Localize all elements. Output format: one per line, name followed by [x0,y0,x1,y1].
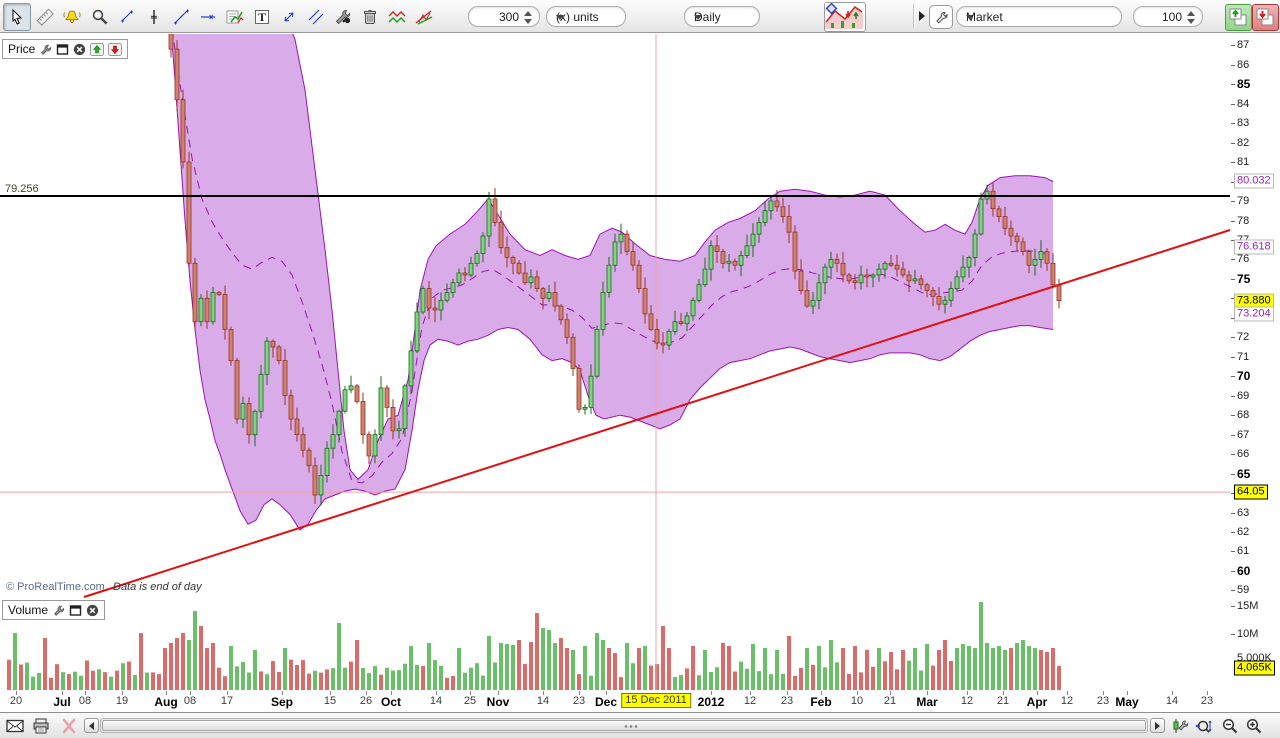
detach-button[interactable] [59,717,79,735]
chevron-down-icon [556,15,564,20]
zoom-in-icon [1245,717,1263,735]
pattern-channel-tool-button[interactable] [383,3,411,31]
trendline-tool-button[interactable] [167,3,195,31]
chart-settings-button[interactable] [1170,717,1190,735]
volume-settings-wrench-icon[interactable] [52,604,65,617]
text-icon: T [253,8,271,26]
price-move-down-icon[interactable] [108,43,122,56]
trendline-icon [172,8,190,26]
quantity-spinner[interactable] [1187,11,1196,24]
bottom-toolbar [0,712,1280,738]
pattern-wedge-tool-button[interactable] [410,3,438,31]
wrench-icon [934,10,949,25]
pointer-tool-button[interactable] [3,3,31,31]
delete-tool-button[interactable] [356,3,384,31]
ruler-tool-button[interactable] [31,3,59,31]
vertical-line-tool-button[interactable] [140,3,168,31]
vertical-line-icon [145,8,163,26]
candle-wrench-icon [1171,717,1189,735]
pointer-icon [8,8,26,26]
zigzag-wedge-icon [414,8,434,26]
magnifier-icon [91,8,109,26]
volume-pane-title-bar: Volume [2,600,105,620]
chevron-down-icon [694,15,702,20]
price-close-icon[interactable] [73,43,86,56]
quantity-field [1133,6,1203,27]
mail-button[interactable] [5,717,25,735]
segment-tool-button[interactable] [113,3,141,31]
horizontal-line-value: 79.256 [5,183,39,195]
units-spinner[interactable] [524,11,533,24]
buy-icon [1226,5,1249,28]
alert-tool-button[interactable] [58,3,86,31]
horizontal-scrollbar-track[interactable] [100,718,1148,733]
zoom-in-button[interactable] [1244,717,1264,735]
zigzag-channel-icon [387,8,407,26]
sell-button[interactable] [1252,4,1279,31]
zoom-fit-icon [1194,717,1214,735]
price-settings-wrench-icon[interactable] [39,43,52,56]
scrollbar-grip [624,724,638,729]
horizontal-scrollbar-thumb[interactable] [102,720,1146,731]
horizontal-line-tool-button[interactable] [194,3,222,31]
chart-style-preview-button[interactable] [824,2,866,32]
detach-cross-icon [61,718,77,734]
zoom-tool-button[interactable] [86,3,114,31]
sell-icon [1253,5,1276,28]
scroll-right-button[interactable] [1150,718,1165,733]
volume-pane-title: Volume [8,603,48,617]
zoom-out-button[interactable] [1220,717,1240,735]
mail-icon [6,719,24,733]
printer-icon [32,718,50,734]
ruler-icon [36,8,54,26]
parallel-lines-icon [307,8,325,26]
volume-close-icon[interactable] [86,604,99,617]
order-type-select[interactable]: Market [956,6,1122,27]
horizontal-line-icon [199,8,217,26]
prorealtime-chart-window: { "toolbar_top": { "tools": ["pointer","… [0,0,1280,738]
order-settings-button[interactable] [929,5,953,29]
print-button[interactable] [31,717,51,735]
left-arrow-icon [89,722,94,730]
right-arrow-icon [1155,722,1160,730]
indicator-list-icon [225,8,245,26]
units-type-select[interactable]: (x) units [546,6,626,27]
price-move-up-icon[interactable] [90,43,104,56]
top-toolbar: T (x) units Daily Market [0,0,1280,33]
units-value-field [468,6,540,27]
move-arrows-icon [280,8,298,26]
zoom-out-icon [1221,717,1239,735]
settings-tool-button[interactable] [329,3,357,31]
toolbar-divider [913,4,915,28]
scroll-left-button[interactable] [84,718,99,733]
trash-icon [361,8,379,26]
timeframe-select[interactable]: Daily [684,6,760,27]
price-pane-title-bar: Price [2,39,128,59]
chevron-down-icon [966,15,974,20]
expand-trading-panel-arrow[interactable] [919,11,925,21]
price-pane-title: Price [8,42,35,56]
price-window-icon[interactable] [56,43,69,56]
zoom-fit-button[interactable] [1194,717,1214,735]
move-tool-button[interactable] [275,3,303,31]
copyright-text: © ProRealTime.com [6,581,105,593]
volume-window-icon[interactable] [69,604,82,617]
text-tool-button[interactable]: T [248,3,276,31]
alert-bell-icon [62,8,82,26]
tools-wrench-icon [333,8,353,26]
parallel-lines-tool-button[interactable] [302,3,330,31]
segment-icon [118,8,136,26]
chart-canvas[interactable] [0,0,1280,738]
indicator-tool-button[interactable] [221,3,249,31]
chart-style-preview-icon [825,3,863,29]
svg-text:T: T [258,10,266,24]
data-note-text: Data is end of day [113,581,202,593]
buy-button[interactable] [1225,4,1252,31]
